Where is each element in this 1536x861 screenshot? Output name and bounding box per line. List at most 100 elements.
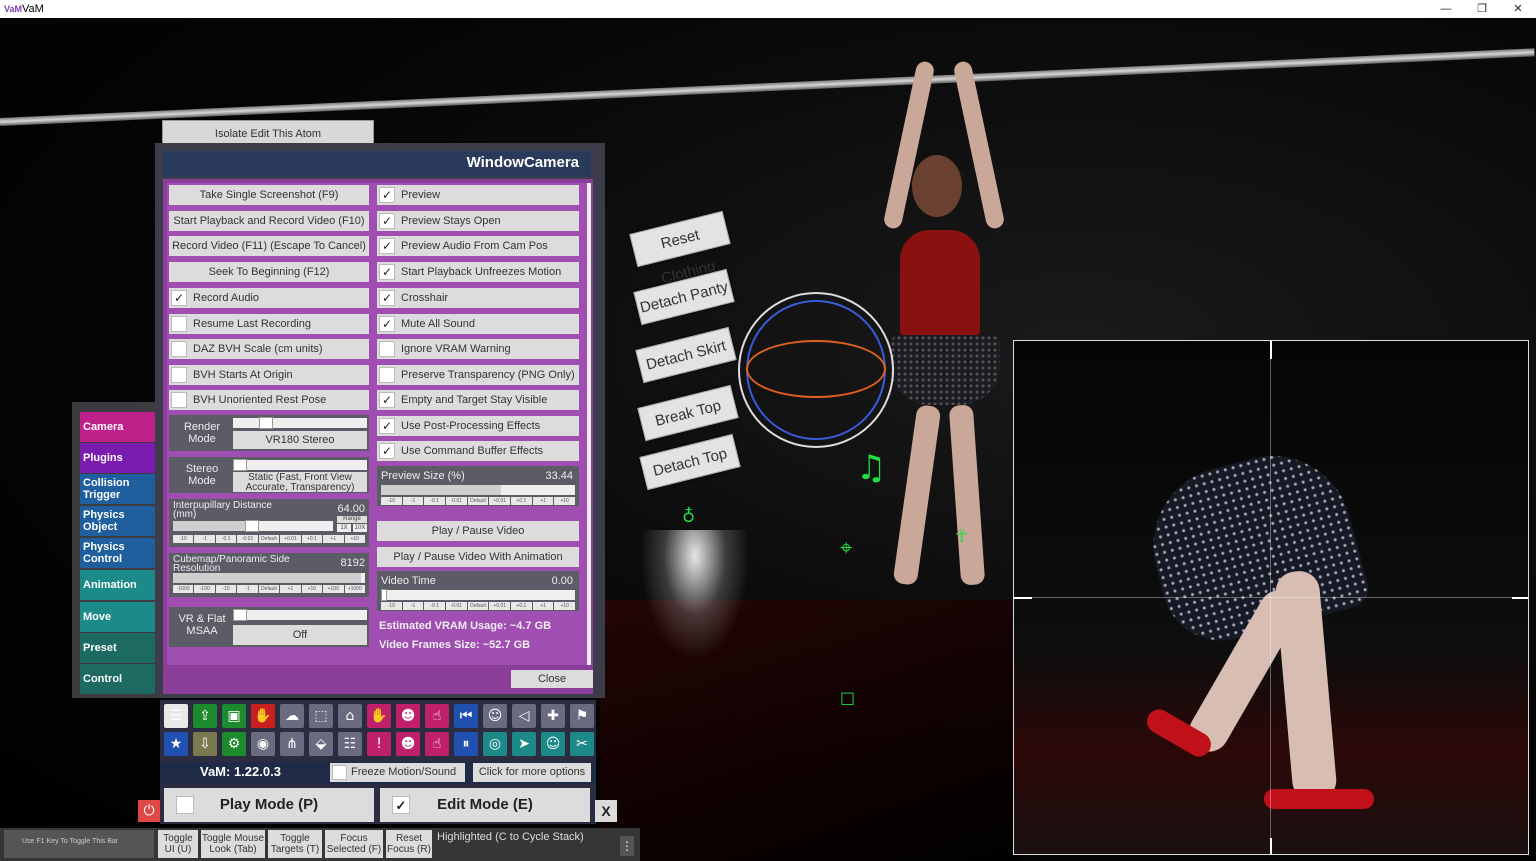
ipd-slider[interactable]: Interpupillary Distance (mm) 64.00 Range… bbox=[169, 499, 369, 547]
msaa-knob[interactable] bbox=[233, 609, 247, 621]
stepper-plus-1[interactable]: +1 bbox=[532, 497, 554, 505]
preview-size-stepper[interactable]: -10 -1 -0.1 -0.01 Default +0.01 +0.1 +1 … bbox=[381, 497, 576, 505]
square-target-icon[interactable]: □ bbox=[840, 688, 855, 707]
preview-size-slider[interactable]: Preview Size (%) 33.44 -10 -1 -0.1 -0.01… bbox=[377, 466, 579, 506]
star-icon[interactable]: ★ bbox=[164, 732, 188, 756]
edit-mode-button[interactable]: ✓ Edit Mode (E) bbox=[380, 788, 590, 822]
stepper-plus-10[interactable]: +10 bbox=[301, 585, 323, 593]
stepper-minus-100[interactable]: -100 bbox=[194, 585, 215, 593]
cubemap-stepper[interactable]: -1000 -100 -10 -1 Default +1 +10 +100 +1… bbox=[173, 585, 365, 593]
stepper-default[interactable]: Default bbox=[467, 497, 489, 505]
ignore-vram-warning-toggle[interactable]: Ignore VRAM Warning bbox=[377, 339, 579, 359]
stepper-plus-10[interactable]: +10 bbox=[554, 602, 576, 610]
stepper-default[interactable]: Default bbox=[258, 585, 280, 593]
empty-target-visible-toggle[interactable]: ✓ Empty and Target Stay Visible bbox=[377, 390, 579, 410]
break-top-tag[interactable]: Break Top bbox=[637, 384, 739, 442]
cloud-icon[interactable]: ☁ bbox=[280, 704, 304, 728]
music-note-icon[interactable]: ♫ bbox=[856, 448, 886, 488]
close-ui-button[interactable]: X bbox=[595, 800, 617, 822]
crosshair-toggle[interactable]: ✓ Crosshair bbox=[377, 288, 579, 308]
stepper-plus-0-1[interactable]: +0.1 bbox=[301, 535, 323, 543]
stepper-default[interactable]: Default bbox=[467, 602, 489, 610]
mute-all-sound-toggle[interactable]: ✓ Mute All Sound bbox=[377, 314, 579, 334]
focus-selected-button[interactable]: Focus Selected (F) bbox=[325, 830, 383, 858]
cubemap-resolution-slider[interactable]: Cubemap/Panoramic Side Resolution 8192 -… bbox=[169, 553, 369, 597]
stepper-plus-1[interactable]: +1 bbox=[323, 535, 344, 543]
close-window-button[interactable]: ✕ bbox=[1500, 0, 1536, 18]
pointer-hand-icon[interactable]: ☝ bbox=[425, 704, 449, 728]
person-remove-icon[interactable]: ☻ bbox=[396, 732, 420, 756]
render-mode-knob[interactable] bbox=[259, 417, 273, 429]
rewind-icon[interactable]: ⏮ bbox=[454, 704, 478, 728]
pause-icon[interactable]: ⏸ bbox=[454, 732, 478, 756]
seek-beginning-button[interactable]: Seek To Beginning (F12) bbox=[169, 262, 369, 282]
stepper-plus-1000[interactable]: +1000 bbox=[344, 585, 365, 593]
tree-icon[interactable]: ⋔ bbox=[280, 732, 304, 756]
stepper-minus-0-01[interactable]: -0.01 bbox=[446, 497, 467, 505]
checkbox[interactable]: ✓ bbox=[379, 418, 395, 434]
cube-icon[interactable]: ⬚ bbox=[309, 704, 333, 728]
checkbox[interactable] bbox=[171, 341, 187, 357]
stepper-minus-1000[interactable]: -1000 bbox=[173, 585, 194, 593]
panel-scrollbar[interactable] bbox=[587, 183, 591, 665]
stepper-plus-0-01[interactable]: +0.01 bbox=[489, 602, 511, 610]
tab-physics-control[interactable]: Physics Control bbox=[80, 538, 158, 568]
checkbox[interactable]: ✓ bbox=[379, 213, 395, 229]
checkbox[interactable]: ✓ bbox=[379, 238, 395, 254]
checkbox[interactable]: ✓ bbox=[379, 392, 395, 408]
play-pause-video-button[interactable]: Play / Pause Video bbox=[377, 521, 579, 541]
person-icon[interactable]: ☺ bbox=[483, 704, 507, 728]
alert-icon[interactable]: ! bbox=[367, 732, 391, 756]
person-target-icon[interactable]: ☥ bbox=[955, 526, 968, 547]
target-icon[interactable]: ◎ bbox=[483, 732, 507, 756]
toggle-targets-button[interactable]: Toggle Targets (T) bbox=[268, 830, 322, 858]
preserve-transparency-toggle[interactable]: Preserve Transparency (PNG Only) bbox=[377, 365, 579, 385]
checkbox[interactable] bbox=[171, 316, 187, 332]
stepper-minus-0-1[interactable]: -0.1 bbox=[424, 497, 446, 505]
stepper-default[interactable]: Default bbox=[258, 535, 280, 543]
record-audio-toggle[interactable]: ✓ Record Audio bbox=[169, 288, 369, 308]
add-icon[interactable]: ✚ bbox=[541, 704, 565, 728]
stepper-minus-10[interactable]: -10 bbox=[173, 535, 194, 543]
stereo-mode-value[interactable]: Static (Fast, Front View Accurate, Trans… bbox=[233, 472, 367, 493]
checkbox[interactable]: ✓ bbox=[379, 187, 395, 203]
freeze-motion-toggle[interactable]: Freeze Motion/Sound bbox=[330, 763, 465, 782]
minimize-button[interactable]: — bbox=[1428, 0, 1464, 18]
msaa-select[interactable]: VR & Flat MSAA Off bbox=[169, 607, 369, 647]
stepper-plus-1[interactable]: +1 bbox=[280, 585, 301, 593]
daz-bvh-scale-toggle[interactable]: DAZ BVH Scale (cm units) bbox=[169, 339, 369, 359]
close-panel-button[interactable]: Close bbox=[511, 670, 593, 688]
light-bulb-icon[interactable]: ♁ bbox=[682, 506, 695, 527]
checkbox[interactable]: ✓ bbox=[379, 290, 395, 306]
reset-clothing-tag[interactable]: Reset Clothing bbox=[629, 210, 731, 287]
flag-icon[interactable]: ⚑ bbox=[570, 704, 594, 728]
toggle-mouse-look-button[interactable]: Toggle Mouse Look (Tab) bbox=[201, 830, 265, 858]
screenshot-icon[interactable]: ⚙ bbox=[222, 732, 246, 756]
stereo-mode-knob[interactable] bbox=[233, 459, 247, 471]
checkbox[interactable]: ✓ bbox=[171, 290, 187, 306]
tab-physics-object[interactable]: Physics Object bbox=[80, 506, 158, 536]
ipd-range-10x[interactable]: 10X bbox=[353, 524, 367, 532]
stepper-minus-10[interactable]: -10 bbox=[381, 602, 402, 610]
checkbox[interactable]: ✓ bbox=[379, 264, 395, 280]
stepper-minus-1[interactable]: -1 bbox=[402, 497, 424, 505]
select-icon[interactable]: ➤ bbox=[512, 732, 536, 756]
tab-control[interactable]: Control bbox=[80, 664, 158, 694]
stepper-minus-1[interactable]: -1 bbox=[402, 602, 424, 610]
unity-icon[interactable]: ◁ bbox=[512, 704, 536, 728]
tab-move[interactable]: Move bbox=[80, 602, 158, 632]
checkbox[interactable] bbox=[176, 796, 194, 814]
hand-red-icon[interactable]: ✋ bbox=[251, 704, 275, 728]
checkbox[interactable] bbox=[379, 367, 395, 383]
stepper-plus-0-01[interactable]: +0.01 bbox=[489, 497, 511, 505]
toggle-ui-button[interactable]: Toggle UI (U) bbox=[158, 830, 198, 858]
person-add-icon[interactable]: ☻ bbox=[396, 704, 420, 728]
record-video-button[interactable]: Record Video (F11) (Escape To Cancel) bbox=[169, 236, 369, 256]
tools-icon[interactable]: ✂ bbox=[570, 732, 594, 756]
hand-icon[interactable]: ☝ bbox=[425, 732, 449, 756]
open-scene-icon[interactable]: ⇪ bbox=[193, 704, 217, 728]
menu-icon[interactable]: ☰ bbox=[164, 704, 188, 728]
tab-animation[interactable]: Animation bbox=[80, 570, 158, 600]
stepper-plus-0-1[interactable]: +0.1 bbox=[511, 497, 532, 505]
move-target-icon[interactable]: ⌖ bbox=[840, 536, 852, 561]
